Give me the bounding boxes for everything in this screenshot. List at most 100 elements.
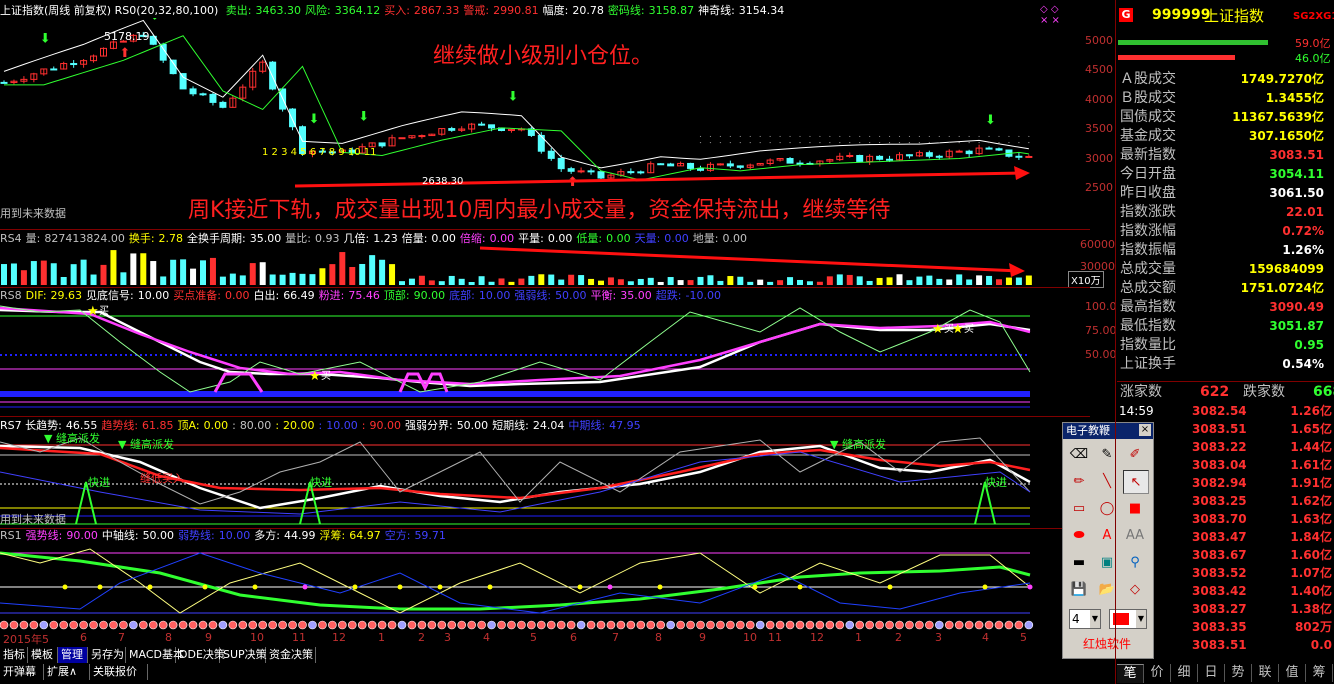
tick-row[interactable]: 3083.70 1.63亿 <box>1117 510 1334 528</box>
annotation-mid: 周K接近下轨，成交量出现10周内最小成交量，资金保持流出，继续等待 <box>188 198 891 223</box>
ellipse-filled-icon[interactable]: ⬬ <box>1067 524 1091 546</box>
right-panel-tab[interactable]: 价 <box>1144 664 1171 682</box>
cross-dot <box>487 584 493 590</box>
tick-row[interactable]: 3083.47 1.84亿 <box>1117 528 1334 546</box>
indicator-label: RS8 <box>0 289 22 302</box>
signal-bead <box>656 620 666 630</box>
volume-bar <box>568 274 575 285</box>
bottom-tab[interactable]: DDE决策 <box>176 647 225 663</box>
buy-star: ★ <box>932 322 944 337</box>
tick-row[interactable]: 3083.22 1.44亿 <box>1117 438 1334 456</box>
indicator-value: 827413824.00 <box>44 232 125 245</box>
tick-price: 3083.67 <box>1192 548 1247 562</box>
indicator-value: 50.00 <box>555 289 587 302</box>
stat-row: Ｂ股成交 1.3455亿 <box>1117 89 1334 108</box>
tick-row[interactable]: 3083.42 1.40亿 <box>1117 582 1334 600</box>
eraser-icon[interactable]: ⌫ <box>1067 443 1091 465</box>
indicator-value: 0.00 <box>431 232 456 245</box>
buy-volume-bar <box>1118 40 1268 45</box>
stat-label: 基金成交 <box>1120 128 1176 144</box>
cross-dot <box>437 584 443 590</box>
volume-bar <box>916 276 923 285</box>
right-panel-tab[interactable]: 细 <box>1171 664 1198 682</box>
band-dot <box>849 135 851 138</box>
indicator-value: 10.00 <box>137 289 170 302</box>
candle-body <box>587 170 595 173</box>
tick-row[interactable]: 3083.25 1.62亿 <box>1117 492 1334 510</box>
signal-bead <box>556 620 566 630</box>
indicator-label: 超跌: <box>655 289 682 302</box>
main-indicator-label: 买入: <box>384 4 410 17</box>
volume-bar <box>1005 277 1012 285</box>
candle-body <box>209 93 217 103</box>
tick-volume: 1.84亿 <box>1290 530 1332 544</box>
marker-icon[interactable]: ✏ <box>1067 470 1091 492</box>
tick-row[interactable]: 3083.52 1.07亿 <box>1117 564 1334 582</box>
right-panel-tab[interactable]: 势 <box>1225 664 1252 682</box>
tick-volume: 802万 <box>1294 620 1332 634</box>
bottom-tab-2[interactable]: 开弹幕 <box>0 664 44 680</box>
band-dot <box>978 135 980 138</box>
rect-outline-icon[interactable]: ▭ <box>1067 497 1091 519</box>
rs8-chart[interactable]: ★ 买★ 买★ 买★ 买 <box>0 302 1065 414</box>
tick-row[interactable]: 3083.04 1.61亿 <box>1117 456 1334 474</box>
indicator-label: 顶部: <box>383 289 410 302</box>
right-panel-tab[interactable]: 联 <box>1252 664 1279 682</box>
toolbox-line-width[interactable]: 4 ▼ <box>1069 609 1101 629</box>
tick-row[interactable]: 3083.35 802万 <box>1117 618 1334 636</box>
bottom-tab[interactable]: 指标 <box>0 647 28 663</box>
volume-trend-arrow <box>479 246 1021 273</box>
band-dot <box>839 141 841 144</box>
stat-row: 上证换手 0.54% <box>1117 355 1334 374</box>
bottom-tab[interactable]: 管理 <box>58 647 88 663</box>
bottom-tab[interactable]: 另存为 <box>88 647 126 663</box>
tick-row[interactable]: 3083.51 0.0 <box>1117 636 1334 654</box>
candle-body <box>876 155 884 160</box>
band-dot <box>739 141 741 144</box>
volume-bar <box>120 272 127 285</box>
signal-bead <box>298 620 307 630</box>
time-axis-label: 8 <box>655 631 662 644</box>
fast-in-label: 快进 <box>88 476 110 489</box>
rs1-chart[interactable] <box>0 543 1065 618</box>
indicator-value: 90.00 <box>66 529 98 542</box>
tick-price: 3083.47 <box>1192 530 1247 544</box>
bottom-tab-2[interactable]: 关联报价 <box>90 664 148 680</box>
bottom-tab[interactable]: 模板 <box>28 647 58 663</box>
signal-bead <box>974 620 984 630</box>
main-chart-header: 上证指数(周线 前复权) RS0(20,32,80,100) 卖出: 3463.3… <box>0 3 792 19</box>
indicator-label: 粉进: <box>318 289 345 302</box>
right-panel-tab[interactable]: 笔 <box>1117 664 1144 683</box>
bottom-tab[interactable]: MACD基本 <box>126 647 184 663</box>
signal-bead <box>9 620 19 630</box>
bottom-tab[interactable]: SUP决策 <box>220 647 267 663</box>
screen-black-icon[interactable]: ▬ <box>1067 551 1091 573</box>
bottom-tab[interactable]: 资金决策 <box>266 647 316 663</box>
band-dot <box>918 141 921 144</box>
signal-bead <box>865 620 874 630</box>
volume-bar <box>946 279 953 285</box>
right-panel-tab[interactable]: 日 <box>1198 664 1225 682</box>
signal-bead <box>218 620 228 630</box>
cross-dot <box>202 584 208 590</box>
candle-body <box>537 134 545 152</box>
tick-row[interactable]: 3083.51 1.65亿 <box>1117 420 1334 438</box>
save-icon[interactable]: 💾 <box>1067 578 1091 600</box>
tick-row[interactable]: 3082.94 1.91亿 <box>1117 474 1334 492</box>
rs7-chart[interactable]: ▼ 缝高派发 ▼ 缝高派发 ▼ 缝高派发快进 快进 快进 缝低买入 <box>0 432 1065 528</box>
indicator-value: 10.00 <box>218 529 251 542</box>
indicator-label: 见底信号: <box>86 289 134 302</box>
rs4-volume-chart[interactable] <box>0 246 1065 286</box>
bottom-tab-2[interactable]: 扩展∧ <box>44 664 90 680</box>
volume-bar <box>896 274 903 285</box>
right-panel-tab[interactable]: 值 <box>1279 664 1306 682</box>
right-panel-tab[interactable]: 筹 <box>1306 664 1333 682</box>
volume-bar <box>20 270 27 285</box>
signal-bead <box>666 620 675 630</box>
signal-bead <box>517 620 526 630</box>
tick-row[interactable]: 3083.27 1.38亿 <box>1117 600 1334 618</box>
tick-row[interactable]: 14:59 3082.54 1.26亿 <box>1117 402 1334 420</box>
indicator-value: 0.00 <box>664 232 689 245</box>
logo-icon: G <box>1119 8 1133 22</box>
tick-row[interactable]: 3083.67 1.60亿 <box>1117 546 1334 564</box>
